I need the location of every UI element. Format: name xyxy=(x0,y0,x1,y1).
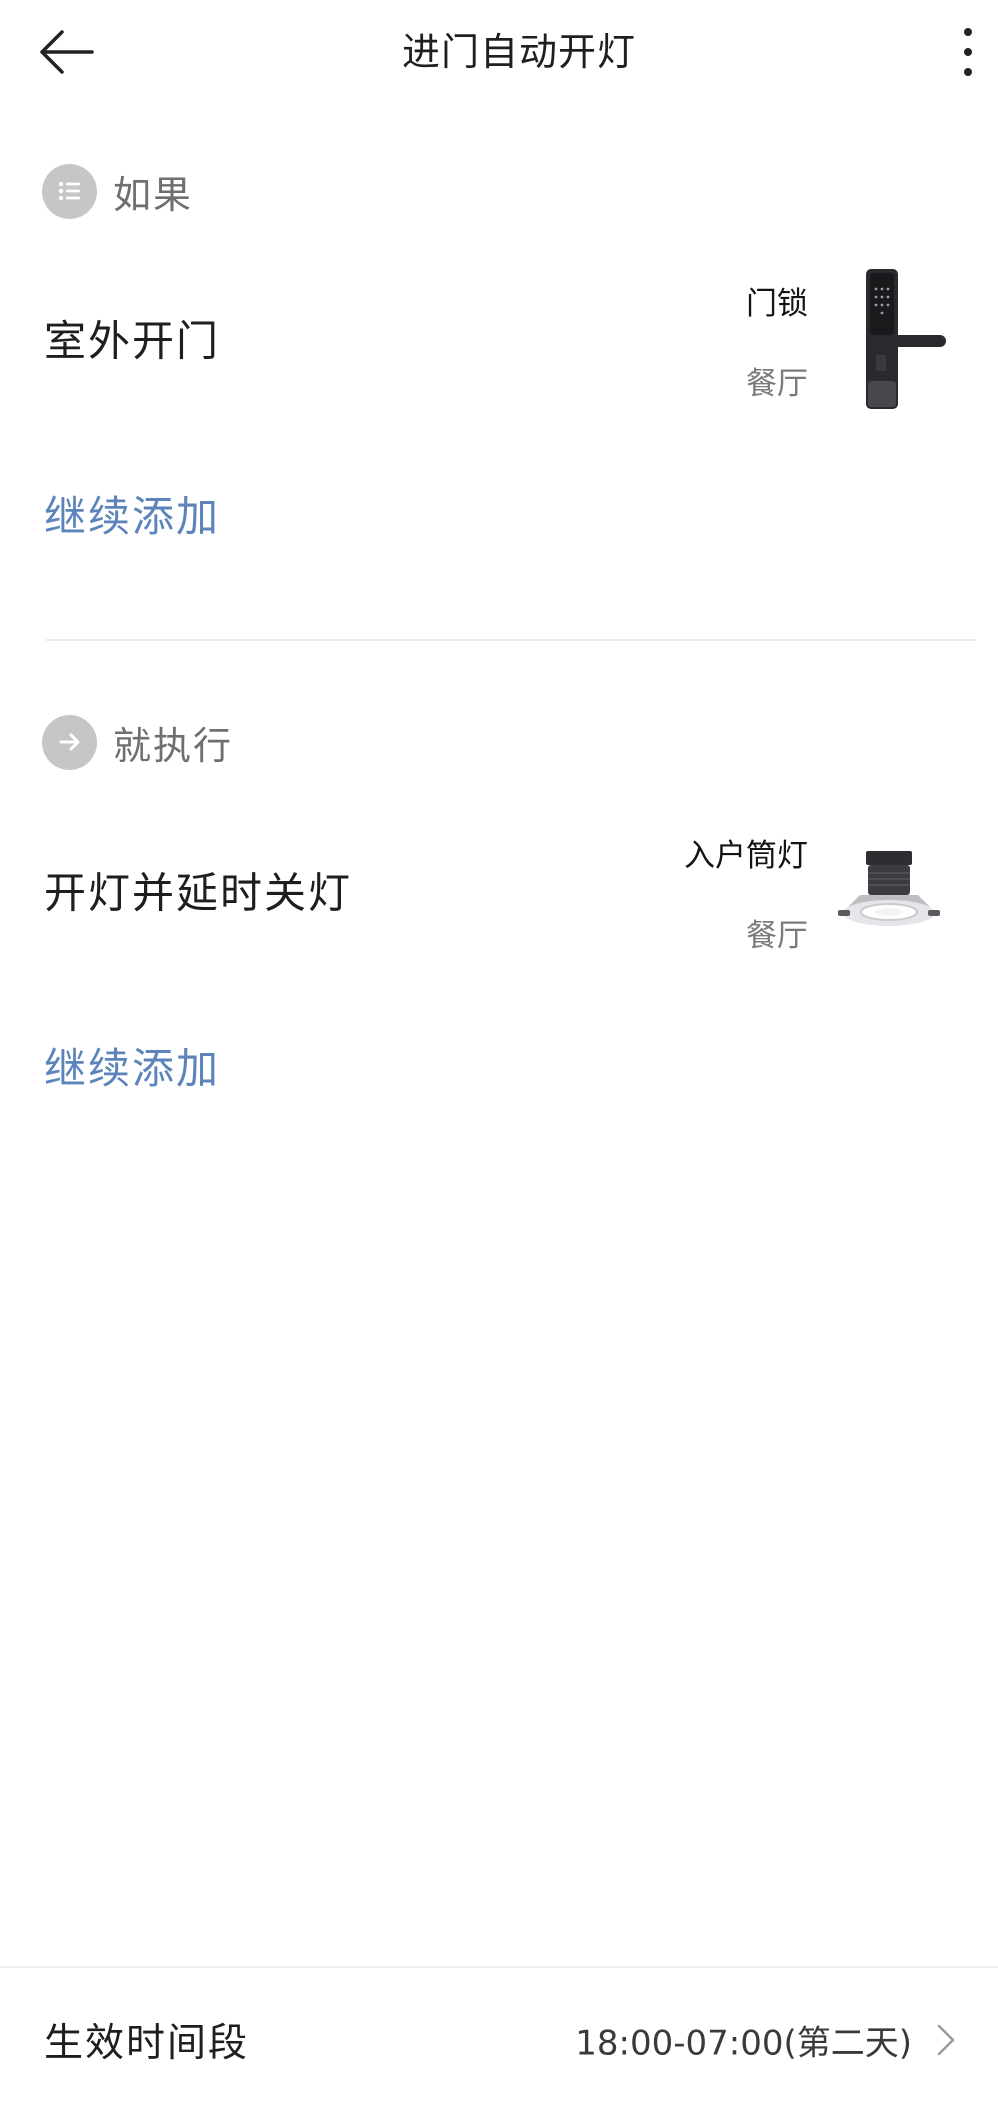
condition-room-name: 餐厅 xyxy=(746,366,808,402)
more-options-button[interactable] xyxy=(950,22,986,82)
then-section-header: 就执行 xyxy=(42,714,233,770)
section-divider xyxy=(46,639,976,641)
condition-row[interactable]: 室外开门 门锁 餐厅 xyxy=(0,258,998,418)
effective-period-row[interactable]: 生效时间段 18:00-07:00(第二天) xyxy=(0,1966,998,2111)
door-lock-image xyxy=(824,263,954,413)
page-title: 进门自动开灯 xyxy=(401,30,636,74)
list-icon xyxy=(42,163,97,219)
effective-period-label: 生效时间段 xyxy=(44,2021,250,2066)
downlight-image xyxy=(824,815,954,965)
effective-period-value: 18:00-07:00(第二天) xyxy=(575,2023,912,2064)
action-device-name: 入户筒灯 xyxy=(684,838,808,874)
action-room-name: 餐厅 xyxy=(746,918,808,954)
action-row[interactable]: 开灯并延时关灯 入户筒灯 餐厅 xyxy=(0,810,998,970)
then-section-title: 就执行 xyxy=(113,723,234,768)
if-section-header: 如果 xyxy=(42,163,193,219)
condition-name: 室外开门 xyxy=(44,316,221,366)
top-bar: 进门自动开灯 xyxy=(0,0,998,104)
arrow-right-icon xyxy=(42,714,97,770)
condition-device-name: 门锁 xyxy=(746,286,808,322)
if-add-more-link[interactable]: 继续添加 xyxy=(44,483,220,544)
then-add-more-link[interactable]: 继续添加 xyxy=(44,1035,220,1096)
chevron-right-icon xyxy=(932,2020,960,2060)
more-vertical-icon xyxy=(964,28,972,76)
action-name: 开灯并延时关灯 xyxy=(44,868,353,918)
if-section-title: 如果 xyxy=(113,172,194,217)
